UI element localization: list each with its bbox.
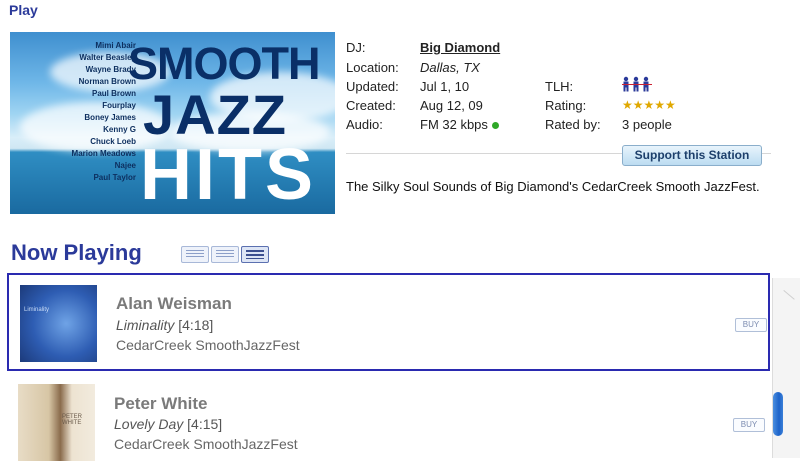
tlh-label: TLH: [545, 79, 574, 94]
compact-list-icon [186, 250, 204, 259]
track-song: Lovely Day [4:15] [114, 416, 222, 432]
updated-label: Updated: [346, 79, 399, 94]
track-artist[interactable]: Alan Weisman [116, 294, 232, 314]
track-title[interactable]: Liminality [116, 317, 174, 333]
rated-by-value: 3 people [622, 117, 672, 132]
view-medium-button[interactable] [211, 246, 239, 263]
album-art-artist: Najee [114, 161, 136, 170]
updated-value: Jul 1, 10 [420, 79, 470, 94]
location-value: Dallas, TX [420, 60, 480, 75]
buy-button[interactable]: BUY [733, 418, 765, 432]
track-song: Liminality [4:18] [116, 317, 213, 333]
track-cover-image: Liminality [20, 285, 97, 362]
medium-list-icon [216, 250, 234, 259]
rating-stars-icon: ★★★★★ [622, 98, 676, 112]
detailed-list-icon [246, 250, 264, 259]
tlh-people-icon [622, 76, 652, 97]
album-art-title-hits: HITS [140, 135, 317, 214]
album-art-artist: Marion Meadows [71, 149, 136, 158]
dj-label: DJ: [346, 40, 366, 55]
album-art-artist: Wayne Brady [85, 65, 136, 74]
track-album[interactable]: CedarCreek SmoothJazzFest [114, 436, 298, 452]
track-row[interactable]: Liminality Alan Weisman Liminality [4:18… [7, 273, 770, 371]
view-detailed-button[interactable] [241, 246, 269, 263]
dj-link[interactable]: Big Diamond [420, 40, 500, 55]
track-cover-image: PETER WHITE [18, 384, 95, 461]
album-art-artist: Fourplay [102, 101, 136, 110]
album-art-artist: Paul Taylor [93, 173, 136, 182]
play-link[interactable]: Play [9, 2, 38, 18]
station-description: The Silky Soul Sounds of Big Diamond's C… [346, 179, 760, 194]
track-duration: [4:15] [187, 416, 223, 432]
now-playing-heading: Now Playing [11, 240, 142, 265]
album-art-artist: Boney James [84, 113, 136, 122]
view-compact-button[interactable] [181, 246, 209, 263]
cover-text: PETER WHITE [62, 414, 83, 426]
created-label: Created: [346, 98, 396, 113]
album-art-artist: Walter Beasley [79, 53, 136, 62]
track-artist[interactable]: Peter White [114, 394, 208, 414]
album-art-artist: Chuck Loeb [90, 137, 136, 146]
track-duration: [4:18] [178, 317, 214, 333]
track-title[interactable]: Lovely Day [114, 416, 183, 432]
album-art-artist: Kenny G [103, 125, 136, 134]
rating-label: Rating: [545, 98, 587, 113]
audio-label: Audio: [346, 117, 383, 132]
location-label: Location: [346, 60, 399, 75]
album-art-artist: Mimi Abair [95, 41, 136, 50]
support-station-button[interactable]: Support this Station [622, 145, 762, 166]
created-value: Aug 12, 09 [420, 98, 483, 113]
album-art-artist: Norman Brown [78, 77, 136, 86]
track-album[interactable]: CedarCreek SmoothJazzFest [116, 337, 300, 353]
audio-value: FM 32 kbps [420, 117, 488, 132]
rated-by-label: Rated by: [545, 117, 601, 132]
scrollbar-thumb[interactable] [773, 392, 783, 436]
cover-text: Liminality [24, 307, 50, 313]
album-art-artist-list: Mimi Abair Walter Beasley Wayne Brady No… [24, 40, 136, 184]
station-album-art: Mimi Abair Walter Beasley Wayne Brady No… [10, 32, 335, 214]
status-dot-icon [491, 122, 499, 130]
track-row[interactable]: PETER WHITE Peter White Lovely Day [4:15… [7, 374, 770, 466]
album-art-artist: Paul Brown [91, 89, 136, 98]
buy-button[interactable]: BUY [735, 318, 767, 332]
